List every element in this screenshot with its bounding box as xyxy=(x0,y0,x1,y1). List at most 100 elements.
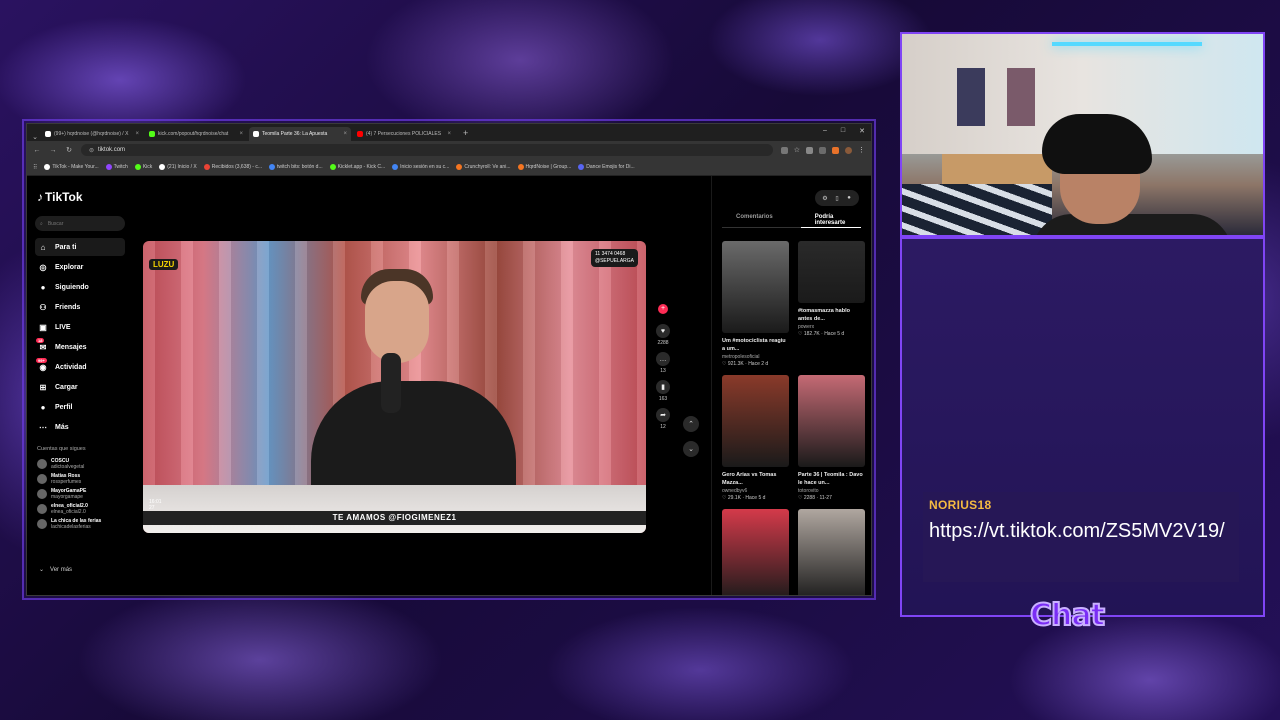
search-input[interactable]: ⌕ Buscar xyxy=(35,216,125,231)
video-thumbnail[interactable] xyxy=(722,375,789,467)
apps-icon[interactable]: ⠿ xyxy=(33,164,37,171)
video-player[interactable]: LUZU 11 3474 0468 @SEPUELARGA 16:01 27 T… xyxy=(143,241,646,533)
tab-close-icon[interactable]: × xyxy=(239,131,243,137)
sidebar-item-friends[interactable]: ⚇ Friends xyxy=(35,298,125,316)
video-thumbnail[interactable] xyxy=(798,241,865,303)
tiktok-logo[interactable]: ♪ TikTok xyxy=(37,190,83,204)
follow-avatar-button[interactable]: + xyxy=(658,304,668,314)
comment-button[interactable]: … xyxy=(656,352,670,366)
bookmark-item[interactable]: Kicklet.app - Kick C... xyxy=(329,164,385,170)
sidebar-item-compass[interactable]: ◎ Explorar xyxy=(35,258,125,276)
video-card[interactable]: Gero Arias vs Tomas Mazza... ownedbyv6 ♡ 2… xyxy=(722,375,789,501)
tab-recommended[interactable]: Podría interesarte xyxy=(800,214,861,228)
sidebar-item-profile[interactable]: ● Perfil xyxy=(35,398,125,416)
video-card-time: 11-27 xyxy=(819,495,832,501)
sidebar-item-activity[interactable]: ◉ 99+ Actividad xyxy=(35,358,125,376)
sidebar-item-label: LIVE xyxy=(55,323,71,331)
following-item[interactable]: Matías Ross rossperfumes xyxy=(37,473,137,485)
bookmark-favicon-icon xyxy=(203,164,210,170)
tab-search-icon[interactable]: ⌄ xyxy=(31,133,39,141)
browser-tab[interactable]: (4) 7 Persecuciones POLICIALES × xyxy=(353,127,455,141)
next-video-button[interactable]: ⌄ xyxy=(683,441,699,457)
like-button[interactable]: ♥ xyxy=(656,324,670,338)
sidebar-item-messages[interactable]: ✉ 18 Mensajes xyxy=(35,338,125,356)
chat-title: Chat xyxy=(1029,597,1106,634)
bookmark-item[interactable]: Dance Emojis for Di... xyxy=(578,164,635,170)
following-item[interactable]: elnea_oficial2.0 elnea_oficial2.0 xyxy=(37,503,137,515)
new-tab-button[interactable]: + xyxy=(457,128,474,138)
video-card[interactable]: Um #motociclista reagiu a um... metropole… xyxy=(722,241,789,367)
microphone xyxy=(381,353,401,413)
forward-icon[interactable]: → xyxy=(49,147,57,154)
video-card[interactable]: Parte 36 | Teomila : Davo le hace un... t… xyxy=(798,375,865,501)
tab-close-icon[interactable]: × xyxy=(447,131,451,137)
extension-icon[interactable] xyxy=(806,146,813,154)
following-item[interactable]: MayorGamaPE mayorgamape xyxy=(37,488,137,500)
share-count: 12 xyxy=(660,424,666,430)
see-more-label: Ver más xyxy=(50,566,73,573)
share-button[interactable]: ➦ xyxy=(656,408,670,422)
site-info-icon[interactable]: ⊜ xyxy=(89,147,94,154)
video-card[interactable] xyxy=(722,509,789,595)
browser-tab[interactable]: Teomila Parte 36: La Apuesta × xyxy=(249,127,351,141)
profile-avatar-icon[interactable] xyxy=(845,146,852,154)
bookmark-item[interactable]: TikTok - Make Your... xyxy=(44,164,99,170)
extension-icon[interactable] xyxy=(819,146,826,154)
video-card[interactable]: #tomasmazza hablo antes de... powerx ♡ 182… xyxy=(798,241,865,367)
tab-favicon-icon xyxy=(45,131,51,137)
chat-text: https://vt.tiktok.com/ZS5MV2V19/ xyxy=(929,520,1225,542)
sidebar-item-upload[interactable]: ⊞ Cargar xyxy=(35,378,125,396)
bookmark-favicon-icon xyxy=(392,164,399,170)
following-handle: mayorgamape xyxy=(51,494,83,500)
url-field[interactable]: ⊜ tiktok.com xyxy=(81,144,773,156)
bookmark-item[interactable]: Recibidos (3,638) - c... xyxy=(203,164,263,170)
reload-icon[interactable]: ↻ xyxy=(65,146,73,154)
video-person-head xyxy=(365,281,429,363)
following-item[interactable]: La chica de las ferias lachicadelasferias xyxy=(37,518,137,530)
see-more-link[interactable]: ⌄ Ver más xyxy=(39,566,73,574)
settings-icon[interactable]: ⚙ xyxy=(820,193,830,203)
back-icon[interactable]: ← xyxy=(33,147,41,154)
maximize-button[interactable]: □ xyxy=(841,127,845,135)
avatar[interactable]: ● xyxy=(844,193,854,203)
bookmark-label: Recibidos (3,638) - c... xyxy=(211,164,263,170)
menu-icon[interactable]: ⋮ xyxy=(858,146,865,154)
following-item[interactable]: COSCU adictoalvegetal xyxy=(37,458,137,470)
tiktok-logo-icon: ♪ xyxy=(37,190,43,204)
video-thumbnail[interactable] xyxy=(798,509,865,595)
tab-close-icon[interactable]: × xyxy=(343,131,347,137)
bookmark-item[interactable]: twitch bits: botón d... xyxy=(269,164,323,170)
sidebar-item-home[interactable]: ⌂ Para ti xyxy=(35,238,125,256)
bookmark-item[interactable]: Crunchyroll: Ve ani... xyxy=(456,164,511,170)
tab-comments[interactable]: Comentarios xyxy=(722,214,787,228)
bookmark-item[interactable]: (21) Inicio / X xyxy=(159,164,197,170)
minimize-button[interactable]: – xyxy=(823,127,827,135)
webcam-person-hair xyxy=(1042,114,1152,174)
cast-icon[interactable] xyxy=(780,146,788,154)
video-thumbnail[interactable] xyxy=(798,375,865,467)
previous-video-button[interactable]: ⌃ xyxy=(683,416,699,432)
bookmark-favicon-icon xyxy=(329,164,336,170)
sidebar-item-more[interactable]: ⋯ Más xyxy=(35,418,125,436)
tab-favicon-icon xyxy=(253,131,259,137)
tab-label: (99+) hqrdnoise (@hqrdnoise) / X xyxy=(54,131,129,137)
video-thumbnail[interactable] xyxy=(722,509,789,595)
close-window-button[interactable]: ✕ xyxy=(859,127,865,135)
sidebar-item-live[interactable]: ▣ LIVE xyxy=(35,318,125,336)
bookmark-button[interactable]: ▮ xyxy=(656,380,670,394)
bookmark-item[interactable]: HqrdNoise | Group... xyxy=(517,164,571,170)
video-card[interactable] xyxy=(798,509,865,595)
extension-icon[interactable] xyxy=(832,146,839,154)
star-icon[interactable]: ☆ xyxy=(794,146,800,154)
webcam-poster xyxy=(1007,68,1035,126)
phone-icon[interactable]: ▯ xyxy=(832,193,842,203)
tab-close-icon[interactable]: × xyxy=(135,131,139,137)
browser-tab[interactable]: kick.com/popout/hqrdnoise/chat × xyxy=(145,127,247,141)
sidebar-item-following[interactable]: ● Siguiendo xyxy=(35,278,125,296)
browser-tab[interactable]: (99+) hqrdnoise (@hqrdnoise) / X × xyxy=(41,127,143,141)
bookmark-item[interactable]: Twitch xyxy=(105,164,128,170)
bookmark-item[interactable]: Kick xyxy=(134,164,152,170)
video-thumbnail[interactable] xyxy=(722,241,789,333)
bookmark-label: Twitch xyxy=(113,164,128,170)
bookmark-item[interactable]: Inicio sesión en su c... xyxy=(392,164,449,170)
